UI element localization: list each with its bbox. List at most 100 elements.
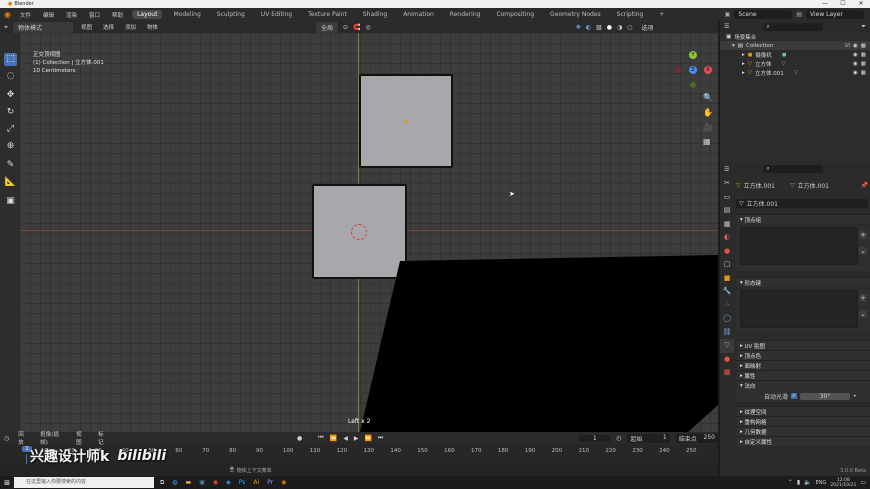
task-view-icon[interactable]: ⧉ [160, 479, 164, 487]
output-tab-icon[interactable]: ▤ [720, 204, 734, 218]
prev-key-icon[interactable]: ⏪ [330, 435, 337, 442]
xray-icon[interactable]: ▧ [596, 24, 602, 31]
shading-solid-icon[interactable]: ● [607, 24, 612, 31]
chrome-icon[interactable]: ◉ [213, 479, 218, 486]
menu-view[interactable]: 视图 [78, 23, 95, 31]
add-workspace-button[interactable]: + [654, 10, 669, 19]
texture-tab-icon[interactable]: ▩ [720, 366, 734, 380]
gizmo-neg-y-icon[interactable] [690, 82, 696, 88]
clock-icon[interactable]: ◴ [616, 435, 621, 442]
uv-maps-header[interactable]: ▸ UV 贴图 [736, 340, 870, 350]
visibility-icon[interactable]: ◉ [853, 52, 858, 58]
modifier-tab-icon[interactable]: 🔧 [720, 285, 734, 299]
transform-orientation-selector[interactable]: 全局 [316, 21, 339, 33]
view-layer-selector[interactable]: View Layer [806, 10, 864, 19]
tool-tab-icon[interactable]: ✂ [720, 177, 734, 191]
auto-smooth-angle-field[interactable]: 30° [800, 392, 851, 400]
3d-viewport[interactable]: 正交顶视图 (1) Collection | 立方体.001 10 Centim… [20, 33, 718, 432]
menu-edit[interactable]: 编辑 [40, 11, 57, 19]
visibility-icon[interactable]: ◉ [853, 70, 858, 76]
next-key-icon[interactable]: ⏩ [364, 435, 371, 442]
pivot-icon[interactable]: ⊙ [343, 24, 348, 31]
keyframe-dot-icon[interactable]: • [853, 393, 857, 400]
menu-marker[interactable]: 标记 [95, 430, 111, 446]
illustrator-icon[interactable]: Ai [253, 479, 259, 486]
auto-smooth-checkbox[interactable]: ✓ [791, 393, 798, 399]
expand-icon[interactable]: ▾ [732, 43, 735, 49]
menu-add[interactable]: 添加 [122, 23, 139, 31]
collapse-icon[interactable]: ▸ [742, 52, 745, 58]
end-frame-field[interactable]: 结束点 250 [675, 433, 718, 443]
taskbar-search-input[interactable]: 在这里输入你要搜索的内容 [14, 477, 154, 488]
tree-row-collection[interactable]: ▾ ▤ Collection ☑ ◉ ▦ [720, 41, 870, 50]
volume-icon[interactable]: 🔈 [804, 479, 811, 486]
menu-help[interactable]: 帮助 [109, 11, 126, 19]
tab-compositing[interactable]: Compositing [491, 10, 539, 19]
windows-start-icon[interactable]: ⊞ [0, 479, 14, 487]
tab-uv-editing[interactable]: UV Editing [256, 10, 297, 19]
annotate-icon[interactable]: ✎ [4, 159, 17, 172]
tab-layout[interactable]: Layout [132, 10, 163, 19]
transform-icon[interactable]: ⊕ [4, 140, 17, 153]
snap-icon[interactable]: 🧲 [353, 24, 360, 31]
camera-view-icon[interactable]: 🎥 [703, 123, 713, 132]
scene-selector[interactable]: Scene [734, 10, 793, 19]
menu-timeline-view[interactable]: 视图 [73, 430, 89, 446]
tray-arrow-icon[interactable]: ⌃ [788, 479, 793, 486]
face-maps-header[interactable]: ▸ 面映射 [736, 360, 870, 370]
edge-icon[interactable]: ◍ [172, 479, 177, 486]
mode-selector[interactable]: 物体模式 [12, 21, 73, 33]
menu-select[interactable]: 选择 [100, 23, 117, 31]
particles-tab-icon[interactable]: ⁘ [720, 299, 734, 313]
collapse-icon[interactable]: ▸ [742, 61, 745, 67]
measure-icon[interactable]: 📐 [4, 176, 17, 189]
geometry-data-header[interactable]: ▸ 几何数据 [736, 426, 870, 436]
blender-taskbar-icon[interactable]: ◉ [281, 479, 286, 486]
move-icon[interactable]: ✥ [4, 89, 17, 102]
shape-key-menu-button[interactable]: ⌄ [859, 310, 867, 318]
scene-tab-icon[interactable]: ◐ [720, 231, 734, 245]
menu-render[interactable]: 渲染 [63, 11, 80, 19]
menu-keying[interactable]: 抠像(插帧) [37, 430, 67, 446]
tab-modeling[interactable]: Modeling [168, 10, 205, 19]
shading-rendered-icon[interactable]: ○ [627, 24, 632, 31]
options-menu[interactable]: 选项 [642, 23, 654, 32]
gizmo-neg-x-icon[interactable] [675, 67, 681, 73]
add-vertex-group-button[interactable]: + [859, 231, 867, 239]
list-item[interactable]: ▸ ▽ 立方体 ▽ ◉ ▦ [720, 59, 870, 68]
physics-tab-icon[interactable]: ◯ [720, 312, 734, 326]
notifications-icon[interactable]: ▭ [860, 479, 866, 486]
play-reverse-icon[interactable]: ◀ [343, 435, 348, 442]
gizmo-z-icon[interactable]: Z [689, 66, 697, 74]
navigation-gizmo[interactable]: Y X Z [674, 51, 714, 91]
clock[interactable]: 12:08 2021/10/21 [830, 478, 856, 488]
menu-file[interactable]: 文件 [17, 11, 34, 19]
minimize-button[interactable]: — [816, 0, 834, 7]
tab-animation[interactable]: Animation [398, 10, 439, 19]
vertex-colors-header[interactable]: ▸ 顶点色 [736, 350, 870, 360]
jump-start-icon[interactable]: ⏮ [318, 434, 323, 442]
app-icon[interactable]: ◈ [226, 479, 231, 486]
menu-window[interactable]: 窗口 [86, 11, 103, 19]
tab-geometry-nodes[interactable]: Geometry Nodes [545, 10, 606, 19]
render-icon[interactable]: ▦ [861, 52, 866, 58]
scale-icon[interactable]: ⤢ [4, 123, 17, 136]
vertex-groups-header[interactable]: ▾ 顶点组 [736, 214, 870, 224]
start-frame-field[interactable]: 起始 1 [627, 433, 670, 443]
add-shape-key-button[interactable]: + [859, 294, 867, 302]
black-plane-object[interactable] [20, 33, 718, 432]
visibility-icon[interactable]: ◉ [853, 61, 858, 67]
render-icon[interactable]: ▦ [861, 61, 866, 67]
menu-object[interactable]: 物体 [144, 23, 161, 31]
custom-props-header[interactable]: ▸ 自定义属性 [736, 436, 870, 446]
normals-header[interactable]: ▾ 法向 [736, 380, 870, 390]
tab-scripting[interactable]: Scripting [612, 10, 649, 19]
collapse-icon[interactable]: ▸ [742, 70, 745, 76]
attributes-header[interactable]: ▸ 属性 [736, 370, 870, 380]
cursor-icon[interactable]: ◌ [4, 70, 17, 83]
vertex-group-menu-button[interactable]: ⌄ [859, 247, 867, 255]
overlay-icon[interactable]: ◐ [586, 24, 591, 31]
render-icon[interactable]: ▦ [861, 70, 866, 76]
view-layer-tab-icon[interactable]: ▦ [720, 218, 734, 232]
collection-tab-icon[interactable]: ▢ [720, 258, 734, 272]
